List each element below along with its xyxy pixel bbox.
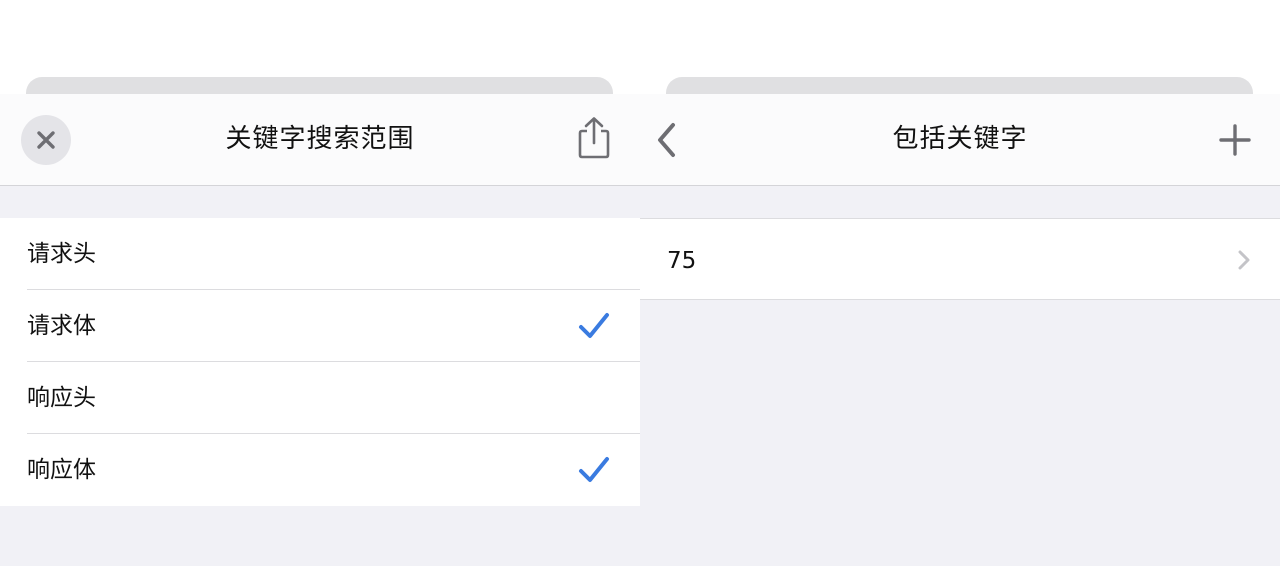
close-icon xyxy=(37,131,55,149)
option-request-body[interactable]: 请求体 xyxy=(0,290,640,362)
scope-options-list: 请求头 请求体 响应头 响应体 xyxy=(0,218,640,506)
navigation-bar: 关键字搜索范围 xyxy=(0,94,640,186)
keyword-row[interactable]: 75 xyxy=(640,219,1280,299)
option-label: 响应头 xyxy=(27,385,96,411)
keyword-scope-sheet: 关键字搜索范围 请求头 请求体 响应头 响应体 xyxy=(0,94,640,566)
page-title: 关键字搜索范围 xyxy=(225,124,415,154)
keywords-list: 75 xyxy=(640,218,1280,300)
option-response-header[interactable]: 响应头 xyxy=(0,362,640,434)
add-keyword-button[interactable] xyxy=(1218,123,1252,157)
page-title: 包括关键字 xyxy=(892,124,1028,154)
include-keywords-sheet: 包括关键字 75 xyxy=(640,94,1280,566)
close-button[interactable] xyxy=(21,115,71,165)
keyword-scope-screen: 关键字搜索范围 请求头 请求体 响应头 响应体 xyxy=(0,0,640,566)
chevron-right-icon xyxy=(1238,250,1250,270)
plus-icon xyxy=(1219,124,1251,156)
back-button[interactable] xyxy=(652,119,682,161)
option-label: 请求体 xyxy=(27,313,96,339)
option-request-header[interactable]: 请求头 xyxy=(0,218,640,290)
option-label: 响应体 xyxy=(27,457,96,483)
include-keywords-screen: 包括关键字 75 xyxy=(640,0,1280,566)
checkmark-icon xyxy=(579,313,609,338)
option-label: 请求头 xyxy=(27,241,96,267)
keyword-label: 75 xyxy=(667,248,697,274)
share-icon xyxy=(578,117,610,159)
chevron-left-icon xyxy=(658,123,675,157)
option-response-body[interactable]: 响应体 xyxy=(0,434,640,506)
checkmark-icon xyxy=(579,457,609,482)
share-button[interactable] xyxy=(574,116,614,160)
navigation-bar: 包括关键字 xyxy=(640,94,1280,186)
